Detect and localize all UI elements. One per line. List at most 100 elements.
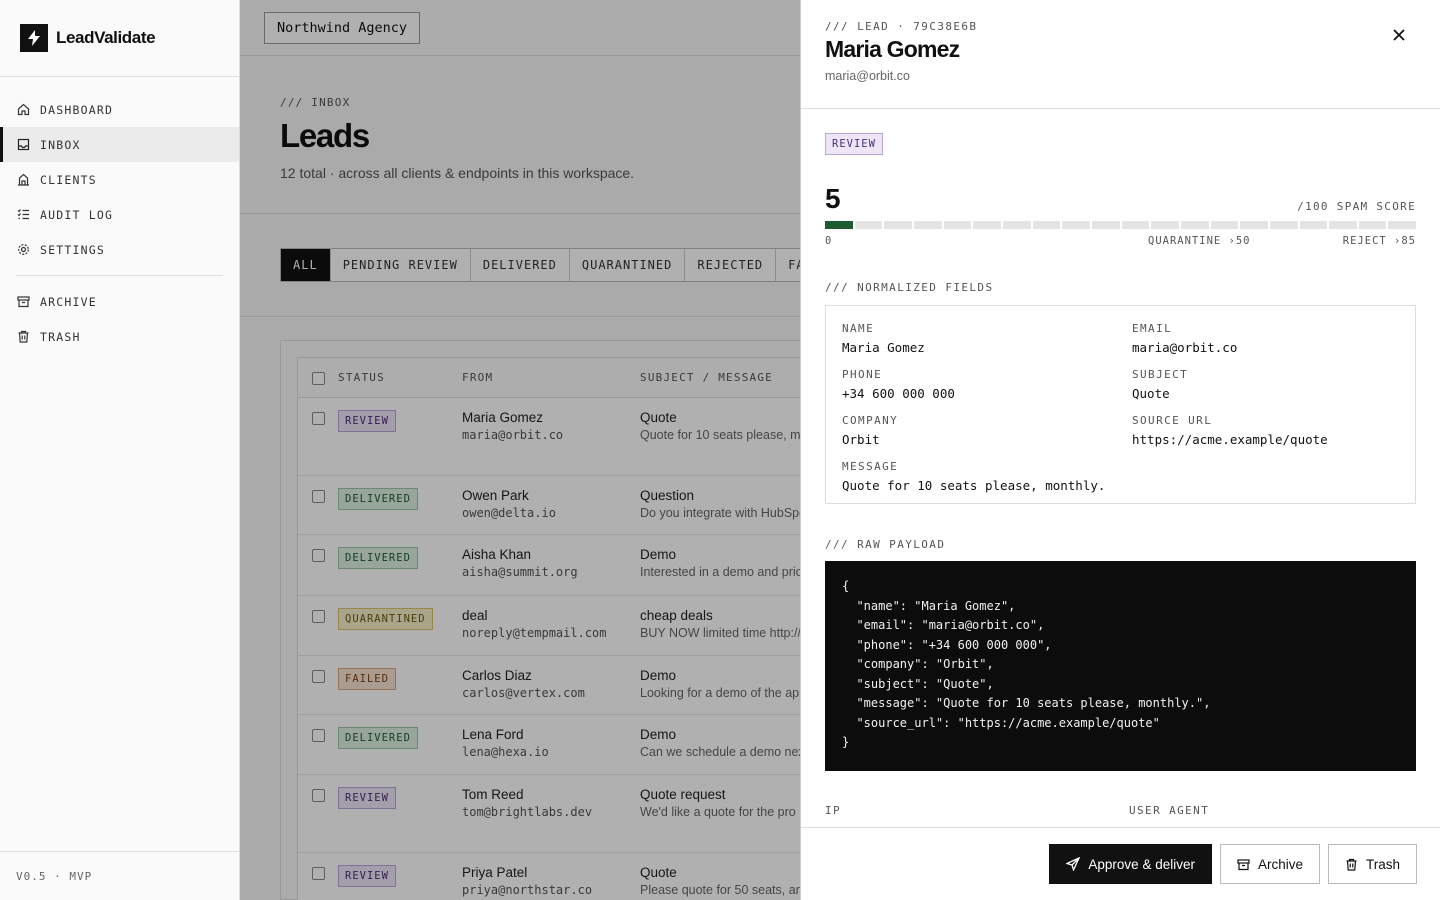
building-icon xyxy=(16,173,30,187)
normalized-fields-label: /// NORMALIZED FIELDS xyxy=(825,281,994,294)
primary-nav: DASHBOARD INBOX CLIENTS AUDIT LOG SETTIN… xyxy=(0,77,239,354)
field-value: +34 600 000 000 xyxy=(842,386,955,401)
trash-icon xyxy=(1346,858,1357,871)
drawer-header: /// LEAD · 79C38E6B Maria Gomez maria@or… xyxy=(801,0,1440,109)
scale-quarantine: QUARANTINE ›50 xyxy=(1148,235,1251,247)
sidebar-item-dashboard[interactable]: DASHBOARD xyxy=(0,92,239,127)
field-phone: PHONE +34 600 000 000 xyxy=(842,368,1132,401)
field-label: SOURCE URL xyxy=(1132,414,1213,427)
field-value: Quote for 10 seats please, monthly. xyxy=(842,478,1106,493)
archive-icon xyxy=(16,295,30,309)
lead-email: maria@orbit.co xyxy=(825,69,910,83)
ip-label: IP xyxy=(825,803,842,817)
user-agent-label: USER AGENT xyxy=(1129,803,1210,817)
sidebar: LeadValidate DASHBOARD INBOX CLIENTS AUD… xyxy=(0,0,240,900)
field-name: NAME Maria Gomez xyxy=(842,322,1132,355)
score-segment xyxy=(913,221,942,229)
sidebar-item-label: DASHBOARD xyxy=(40,102,114,117)
status-badge: REVIEW xyxy=(825,133,883,155)
field-label: COMPANY xyxy=(842,414,899,427)
sidebar-item-label: SETTINGS xyxy=(40,242,105,257)
score-segment xyxy=(1151,221,1179,229)
raw-payload-label: /// RAW PAYLOAD xyxy=(825,538,946,551)
field-value: Quote xyxy=(1132,386,1170,401)
score-segment xyxy=(1329,221,1357,229)
sidebar-item-clients[interactable]: CLIENTS xyxy=(0,162,239,197)
field-value: https://acme.example/quote xyxy=(1132,432,1328,447)
spam-score-scale: 0 QUARANTINE ›50 REJECT ›85 xyxy=(825,235,1416,247)
score-segment xyxy=(884,221,912,229)
home-icon xyxy=(16,103,30,117)
field-label: MESSAGE xyxy=(842,460,899,473)
field-label: NAME xyxy=(842,322,875,335)
score-segment xyxy=(1180,221,1209,229)
app-name: LeadValidate xyxy=(56,28,156,47)
sidebar-item-inbox[interactable]: INBOX xyxy=(0,127,239,162)
archive-button[interactable]: Archive xyxy=(1219,844,1320,884)
score-segment xyxy=(1002,221,1031,229)
scale-min: 0 xyxy=(825,235,833,247)
bolt-logo-icon xyxy=(20,24,48,52)
sidebar-item-label: TRASH xyxy=(40,329,81,344)
sidebar-item-trash[interactable]: TRASH xyxy=(0,319,239,354)
lead-detail-drawer: /// LEAD · 79C38E6B Maria Gomez maria@or… xyxy=(800,0,1440,900)
field-label: PHONE xyxy=(842,368,883,381)
sidebar-item-label: CLIENTS xyxy=(40,172,97,187)
spam-score-caption: /100 SPAM SCORE xyxy=(1297,200,1416,213)
sidebar-item-label: ARCHIVE xyxy=(40,294,97,309)
score-segment xyxy=(1091,221,1120,229)
close-icon[interactable] xyxy=(1390,26,1408,44)
archive-icon xyxy=(1237,858,1250,870)
send-icon xyxy=(1066,857,1081,871)
field-source-url: SOURCE URL https://acme.example/quote xyxy=(1132,414,1399,447)
score-segment xyxy=(1388,221,1417,229)
drawer-actions: Approve & deliver Archive Trash xyxy=(801,827,1440,900)
field-subject: SUBJECT Quote xyxy=(1132,368,1399,401)
score-segment xyxy=(825,221,853,229)
field-message: MESSAGE Quote for 10 seats please, month… xyxy=(842,460,1399,493)
score-segment xyxy=(1032,221,1061,229)
score-segment xyxy=(943,221,972,229)
field-value: Maria Gomez xyxy=(842,340,925,355)
approve-deliver-label: Approve & deliver xyxy=(1088,856,1195,872)
trash-label: Trash xyxy=(1365,856,1400,872)
score-segment xyxy=(1358,221,1387,229)
brand[interactable]: LeadValidate xyxy=(0,0,239,77)
gear-icon xyxy=(16,243,30,257)
trash-button[interactable]: Trash xyxy=(1327,844,1417,884)
score-segment xyxy=(1210,221,1239,229)
score-segment xyxy=(1062,221,1090,229)
sidebar-item-settings[interactable]: SETTINGS xyxy=(0,232,239,267)
field-company: COMPANY Orbit xyxy=(842,414,1132,447)
field-value: Orbit xyxy=(842,432,880,447)
field-label: SUBJECT xyxy=(1132,368,1189,381)
spam-score: 5 /100 SPAM SCORE xyxy=(825,183,1416,214)
score-segment xyxy=(1269,221,1298,229)
drawer-body[interactable]: REVIEW 5 /100 SPAM SCORE 0 QUARANTINE ›5… xyxy=(801,109,1440,828)
sidebar-item-label: INBOX xyxy=(40,137,81,152)
score-segment xyxy=(1299,221,1328,229)
raw-payload: { "name": "Maria Gomez", "email": "maria… xyxy=(825,561,1416,771)
field-label: EMAIL xyxy=(1132,322,1173,335)
lead-id: /// LEAD · 79C38E6B xyxy=(825,20,978,33)
sidebar-item-archive[interactable]: ARCHIVE xyxy=(0,284,239,319)
spam-score-value: 5 xyxy=(825,183,841,214)
request-meta: IP USER AGENT xyxy=(825,804,1416,817)
score-segment xyxy=(1240,221,1268,229)
field-email: EMAIL maria@orbit.co xyxy=(1132,322,1399,355)
field-value: maria@orbit.co xyxy=(1132,340,1238,355)
score-segment xyxy=(1121,221,1150,229)
normalized-fields: NAME Maria Gomez EMAIL maria@orbit.co PH… xyxy=(825,305,1416,504)
sidebar-item-audit-log[interactable]: AUDIT LOG xyxy=(0,197,239,232)
app-version: V0.5 · MVP xyxy=(0,851,239,900)
score-segment xyxy=(973,221,1001,229)
nav-divider xyxy=(16,275,223,276)
spam-score-bar xyxy=(825,221,1417,229)
inbox-icon xyxy=(16,138,30,152)
approve-deliver-button[interactable]: Approve & deliver xyxy=(1049,844,1212,884)
list-check-icon xyxy=(16,208,30,222)
sidebar-item-label: AUDIT LOG xyxy=(40,207,114,222)
score-segment xyxy=(854,221,883,229)
lead-name: Maria Gomez xyxy=(825,36,960,62)
archive-label: Archive xyxy=(1257,856,1303,872)
